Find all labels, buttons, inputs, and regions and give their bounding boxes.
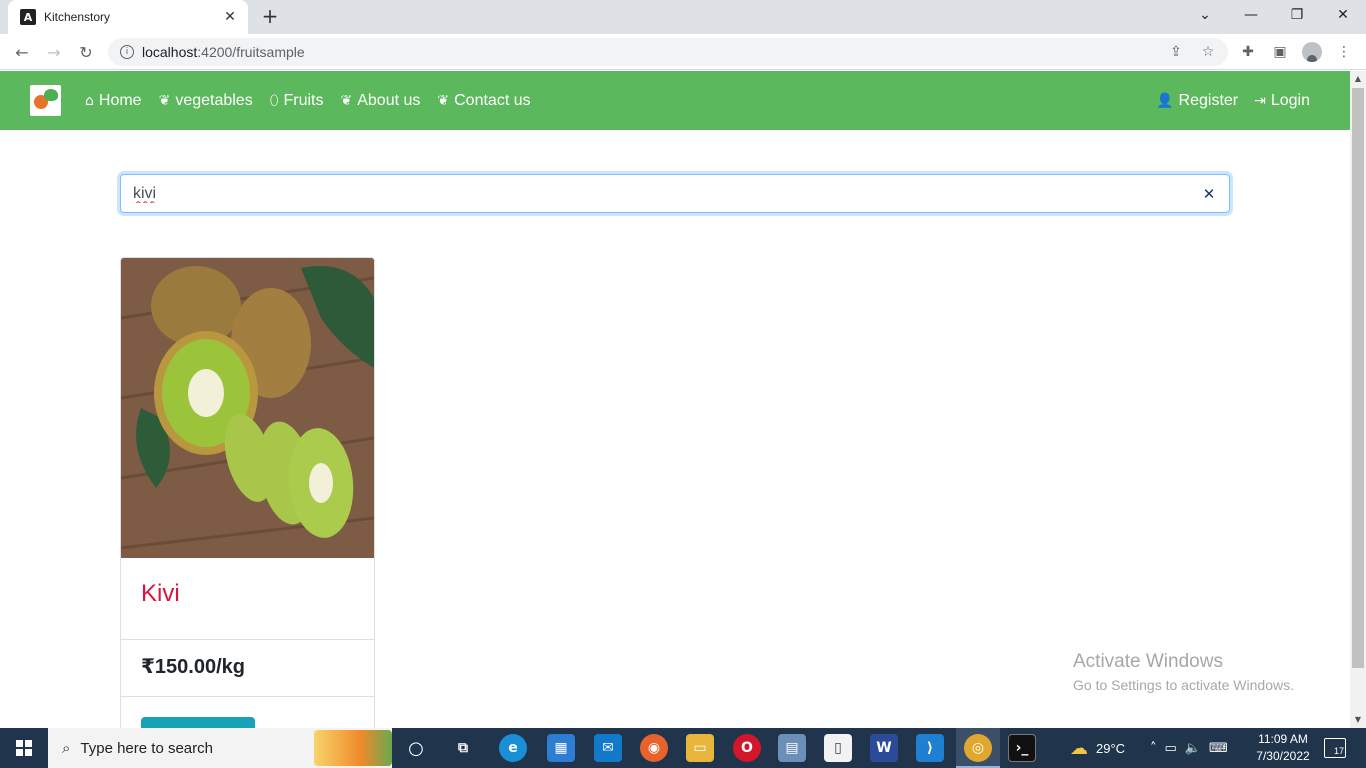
add-to-cart-button[interactable] xyxy=(141,717,255,728)
scroll-thumb[interactable] xyxy=(1352,88,1364,668)
reload-icon[interactable]: ↻ xyxy=(74,40,98,64)
tab-search-chevron-icon[interactable]: ⌄ xyxy=(1182,0,1228,30)
more-menu-icon[interactable]: ⋮ xyxy=(1332,40,1356,64)
browser-toolbar: ← → ↻ i localhost:4200/fruitsample ⇪ ☆ ✚… xyxy=(0,34,1366,70)
search-box: ✕ xyxy=(120,174,1230,213)
chrome-icon[interactable]: ◎ xyxy=(964,734,992,762)
close-window-button[interactable]: ✕ xyxy=(1320,0,1366,30)
home-icon: ⌂ xyxy=(85,92,94,109)
nav-register[interactable]: 👤 Register xyxy=(1156,92,1238,110)
webex-icon[interactable]: W xyxy=(870,734,898,762)
profile-avatar[interactable] xyxy=(1300,40,1324,64)
product-image xyxy=(121,258,374,558)
side-panel-icon[interactable]: ▣ xyxy=(1268,40,1292,64)
leaf-icon: ❦ xyxy=(437,92,450,109)
address-bar[interactable]: i localhost:4200/fruitsample ⇪ ☆ xyxy=(108,38,1228,66)
file-explorer-icon[interactable]: ▭ xyxy=(686,734,714,762)
page-viewport: ⌂ Home ❦ vegetables ⬯ Fruits ❦ About us … xyxy=(0,71,1350,728)
nav-right-group: 👤 Register ⇥ Login xyxy=(1140,71,1310,130)
scroll-up-icon[interactable]: ▲ xyxy=(1350,71,1366,87)
nav-about[interactable]: ❦ About us xyxy=(341,92,421,110)
product-card: Kivi ₹150.00/kg xyxy=(120,257,375,728)
chevron-up-icon[interactable]: ˄ xyxy=(1150,741,1157,756)
weather-widget[interactable]: ☁ 29°C xyxy=(1070,728,1125,768)
taskbar-search[interactable]: ⌕ Type here to search xyxy=(48,728,392,768)
card-divider xyxy=(121,639,374,640)
card-divider xyxy=(121,696,374,697)
nav-vegetables[interactable]: ❦ vegetables xyxy=(159,92,253,110)
activate-windows-watermark: Activate Windows Go to Settings to activ… xyxy=(1073,651,1294,693)
firefox-icon[interactable]: ◉ xyxy=(640,734,668,762)
site-info-icon[interactable]: i xyxy=(120,45,134,59)
scroll-down-icon[interactable]: ▼ xyxy=(1350,712,1366,728)
nav-home[interactable]: ⌂ Home xyxy=(85,92,142,110)
keyboard-icon[interactable]: ⌨ xyxy=(1209,741,1228,756)
page-scrollbar[interactable]: ▲ ▼ xyxy=(1350,71,1366,728)
user-plus-icon: 👤 xyxy=(1156,92,1174,109)
extensions-puzzle-icon[interactable]: ✚ xyxy=(1236,40,1260,64)
windows-taskbar: ⌕ Type here to search ○ ⧉ e ▦ ✉ ◉ ▭ O ▤ … xyxy=(0,728,1366,768)
nav-login[interactable]: ⇥ Login xyxy=(1254,92,1310,110)
search-input[interactable] xyxy=(133,175,1189,212)
notification-center-icon[interactable]: 17 xyxy=(1324,738,1346,758)
new-tab-button[interactable]: + xyxy=(258,5,282,29)
clear-search-icon[interactable]: ✕ xyxy=(1189,185,1229,203)
bookmark-star-icon[interactable]: ☆ xyxy=(1196,38,1220,66)
remote-desktop-icon[interactable]: ▤ xyxy=(778,734,806,762)
nav-fruits[interactable]: ⬯ Fruits xyxy=(270,92,324,110)
search-icon: ⌕ xyxy=(62,739,71,757)
app-navbar: ⌂ Home ❦ vegetables ⬯ Fruits ❦ About us … xyxy=(0,71,1350,130)
url-text: localhost:4200/fruitsample xyxy=(142,44,305,60)
store-icon[interactable]: ▦ xyxy=(547,734,575,762)
task-view-icon[interactable]: ⧉ xyxy=(449,734,477,762)
windows-logo-icon xyxy=(16,740,32,756)
lemon-icon: ⬯ xyxy=(269,92,279,109)
system-tray: ˄ ▭ 🔈 ⌨ xyxy=(1150,728,1228,768)
cortana-icon[interactable]: ○ xyxy=(402,734,430,762)
mail-icon[interactable]: ✉ xyxy=(594,734,622,762)
nav-contact[interactable]: ❦ Contact us xyxy=(437,92,530,110)
leaf-icon: ❦ xyxy=(158,92,171,109)
product-name: Kivi xyxy=(141,580,180,607)
notepad-icon[interactable]: ▯ xyxy=(824,734,852,762)
tab-title: Kitchenstory xyxy=(44,10,111,24)
forward-arrow-icon[interactable]: → xyxy=(42,40,66,64)
restore-button[interactable]: ❐ xyxy=(1274,0,1320,30)
product-price: ₹150.00/kg xyxy=(141,656,245,678)
leaf-icon: ❦ xyxy=(340,92,353,109)
start-button[interactable] xyxy=(0,728,48,768)
taskbar-clock[interactable]: 11:09 AM 7/30/2022 xyxy=(1248,731,1318,765)
browser-tab-strip: A Kitchenstory ✕ + ⌄ — ❐ ✕ xyxy=(0,0,1366,34)
minimize-button[interactable]: — xyxy=(1228,0,1274,30)
share-icon[interactable]: ⇪ xyxy=(1164,38,1188,66)
search-highlight-image xyxy=(314,730,392,766)
back-arrow-icon[interactable]: ← xyxy=(10,40,34,64)
vscode-icon[interactable]: ⟩ xyxy=(916,734,944,762)
brand-logo[interactable] xyxy=(30,85,61,116)
network-icon[interactable]: ▭ xyxy=(1165,741,1177,756)
weather-cloud-sun-icon: ☁ xyxy=(1070,737,1088,759)
sign-in-icon: ⇥ xyxy=(1254,92,1266,109)
volume-icon[interactable]: 🔈 xyxy=(1185,741,1201,756)
browser-tab[interactable]: A Kitchenstory ✕ xyxy=(8,0,248,34)
opera-icon[interactable]: O xyxy=(733,734,761,762)
angular-favicon-icon: A xyxy=(20,9,36,25)
terminal-icon[interactable]: ›_ xyxy=(1008,734,1036,762)
edge-icon[interactable]: e xyxy=(499,734,527,762)
close-tab-icon[interactable]: ✕ xyxy=(222,9,238,25)
